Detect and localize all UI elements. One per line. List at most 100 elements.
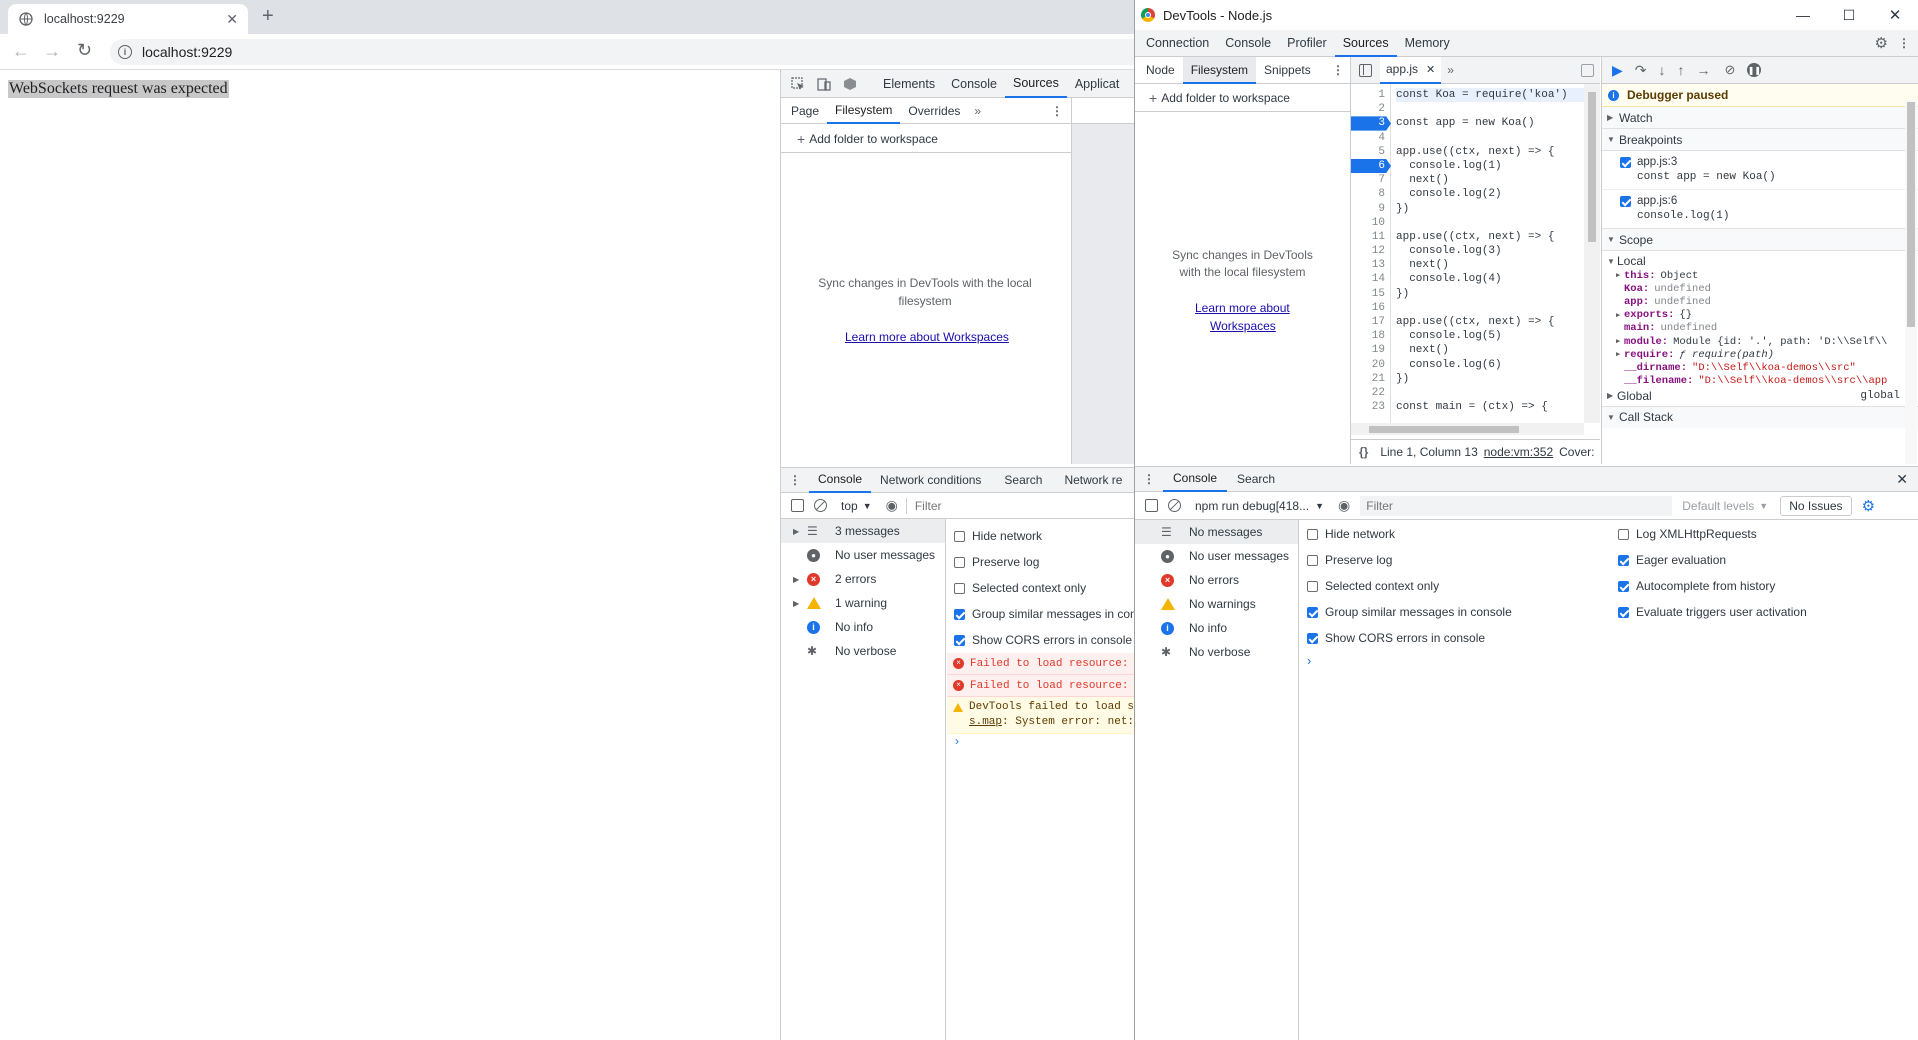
line-number[interactable]: 11 <box>1351 230 1391 244</box>
tab-memory[interactable]: Memory <box>1397 30 1458 57</box>
drawer-menu-icon[interactable]: ⋮ <box>1135 472 1163 486</box>
code-line[interactable] <box>1396 216 1596 230</box>
maximize-icon[interactable]: ☐ <box>1826 7 1872 24</box>
nav-tab-overrides[interactable]: Overrides <box>900 98 968 124</box>
line-number[interactable]: 10 <box>1351 216 1391 230</box>
sidebar-row-verbose[interactable]: ✱ No verbose <box>1135 640 1298 664</box>
drawer-menu-icon[interactable]: ⋮ <box>781 473 809 487</box>
back-icon[interactable]: ← <box>12 41 30 62</box>
line-number[interactable]: 5 <box>1351 145 1391 159</box>
call-stack-section-header[interactable]: ▼ Call Stack <box>1602 405 1918 428</box>
clear-console-icon[interactable] <box>814 499 827 512</box>
source-map-link[interactable]: s.map <box>969 716 1002 728</box>
selected-context-checkbox[interactable] <box>1307 580 1318 592</box>
code-line[interactable]: const main = (ctx) => { <box>1396 400 1596 414</box>
kebab-menu-icon[interactable]: ⋮ <box>1051 104 1063 118</box>
eager-evaluation-checkbox[interactable] <box>1618 554 1629 566</box>
more-tabs-icon[interactable]: » <box>968 104 987 118</box>
pretty-print-icon[interactable]: {} <box>1359 445 1368 459</box>
breakpoints-section-header[interactable]: ▼ Breakpoints <box>1602 129 1918 151</box>
line-number[interactable]: 18 <box>1351 329 1391 343</box>
breakpoint-line-number[interactable]: 6 <box>1351 158 1391 174</box>
node-learn-more-link-2[interactable]: Workspaces <box>1210 319 1276 333</box>
tab-sources[interactable]: Sources <box>1334 30 1397 57</box>
scope-variable[interactable]: ▶ require: ƒ require(path) <box>1602 348 1918 361</box>
sidebar-row-verbose[interactable]: ✱ No verbose <box>781 639 945 663</box>
deactivate-breakpoints-icon[interactable]: ⊘ <box>1725 62 1736 78</box>
sidebar-row-warnings[interactable]: ▶ 1 warning <box>781 591 945 615</box>
code-line[interactable]: app.use((ctx, next) => { <box>1396 315 1596 329</box>
eye-icon[interactable]: ◉ <box>886 497 898 514</box>
node-console-filter-input[interactable] <box>1360 495 1673 516</box>
breakpoint-checkbox[interactable] <box>1620 157 1631 168</box>
nav-tab-filesystem[interactable]: Filesystem <box>827 98 901 124</box>
code-line[interactable] <box>1396 102 1596 116</box>
tab-sources[interactable]: Sources <box>1004 70 1067 98</box>
toggle-navigator-icon[interactable] <box>1359 63 1372 77</box>
sidebar-row-messages[interactable]: ▶ ☰ 3 messages <box>781 519 945 543</box>
error-message[interactable]: × Failed to load resource: <box>947 675 1134 697</box>
console-filter-input[interactable] <box>914 498 1065 513</box>
breakpoint-item[interactable]: app.js:6 console.log(1) <box>1602 190 1918 229</box>
line-number[interactable]: 21 <box>1351 372 1391 386</box>
code-line[interactable]: console.log(6) <box>1396 358 1596 372</box>
editor-hscrollbar[interactable] <box>1351 423 1584 435</box>
line-number[interactable]: 8 <box>1351 187 1391 201</box>
console-prompt[interactable]: › <box>947 734 1134 748</box>
code-line[interactable]: next() <box>1396 343 1596 357</box>
vm-link[interactable]: node:vm:352 <box>1484 445 1553 459</box>
minimize-icon[interactable]: — <box>1780 7 1826 23</box>
gear-icon[interactable]: ⚙ <box>1875 34 1888 52</box>
tab-connection[interactable]: Connection <box>1138 30 1217 57</box>
code-line[interactable]: }) <box>1396 372 1596 386</box>
line-number[interactable]: 15 <box>1351 287 1391 301</box>
resume-icon[interactable]: ▶ <box>1612 62 1623 79</box>
nav-tab-node[interactable]: Node <box>1138 57 1183 84</box>
step-out-icon[interactable]: ↑ <box>1678 62 1685 78</box>
code-line[interactable]: console.log(3) <box>1396 244 1596 258</box>
scope-variable[interactable]: app: undefined <box>1602 295 1918 308</box>
autocomplete-history-checkbox[interactable] <box>1618 580 1629 592</box>
breakpoint-line-number[interactable]: 3 <box>1351 116 1391 131</box>
breakpoint-checkbox[interactable] <box>1620 196 1631 207</box>
scope-variable[interactable]: __filename: "D:\\Self\\koa-demos\\src\\ap… <box>1602 375 1918 388</box>
log-levels-select[interactable]: Default levels ▼ <box>1682 499 1768 513</box>
scope-global-row[interactable]: ▶ Global global <box>1602 388 1918 404</box>
eye-icon[interactable]: ◉ <box>1338 497 1350 514</box>
scope-local-header[interactable]: ▼ Local <box>1602 253 1918 269</box>
line-number[interactable]: 14 <box>1351 272 1391 286</box>
pause-exceptions-icon[interactable]: ❚❚ <box>1747 63 1762 77</box>
browser-tab[interactable]: localhost:9229 ✕ <box>8 4 248 34</box>
clear-console-icon[interactable] <box>1168 499 1181 512</box>
sidebar-row-info[interactable]: i No info <box>781 615 945 639</box>
warning-message[interactable]: DevTools failed to load s s.map: System … <box>947 697 1134 734</box>
line-number[interactable]: 2 <box>1351 102 1391 116</box>
close-tab-icon[interactable]: ✕ <box>226 11 238 28</box>
hexagon-icon[interactable] <box>839 73 861 95</box>
code-line[interactable]: console.log(1) <box>1396 159 1596 173</box>
tab-profiler[interactable]: Profiler <box>1279 30 1335 57</box>
line-number[interactable]: 20 <box>1351 358 1391 372</box>
scope-variable[interactable]: main: undefined <box>1602 322 1918 335</box>
code-line[interactable]: }) <box>1396 202 1596 216</box>
hide-network-checkbox[interactable] <box>1307 528 1318 540</box>
code-editor[interactable]: 1 2 3 4 5 6 7 8 9 10 11 12 13 14 15 16 17 18 19 20 21 22 23 co… <box>1351 84 1600 423</box>
selected-context-checkbox[interactable] <box>954 582 965 594</box>
drawer-tab-search[interactable]: Search <box>990 473 1056 487</box>
group-similar-checkbox[interactable] <box>1307 606 1318 618</box>
close-file-icon[interactable]: ✕ <box>1426 63 1435 76</box>
code-line[interactable]: console.log(5) <box>1396 329 1596 343</box>
step-into-icon[interactable]: ↓ <box>1659 62 1666 78</box>
code-line[interactable]: next() <box>1396 173 1596 187</box>
evaluate-triggers-checkbox[interactable] <box>1618 606 1629 618</box>
info-icon[interactable]: i <box>118 45 132 59</box>
reload-icon[interactable]: ↻ <box>77 40 92 61</box>
url-text[interactable]: localhost:9229 <box>142 44 232 60</box>
sidebar-row-warnings[interactable]: No warnings <box>1135 592 1298 616</box>
watch-section-header[interactable]: ▶ Watch <box>1602 107 1918 129</box>
more-files-icon[interactable]: » <box>1441 63 1460 77</box>
drawer-tab-network-request[interactable]: Network re <box>1056 473 1130 487</box>
step-over-icon[interactable]: ↷ <box>1635 62 1647 79</box>
line-number[interactable]: 23 <box>1351 400 1391 414</box>
line-number[interactable]: 12 <box>1351 244 1391 258</box>
